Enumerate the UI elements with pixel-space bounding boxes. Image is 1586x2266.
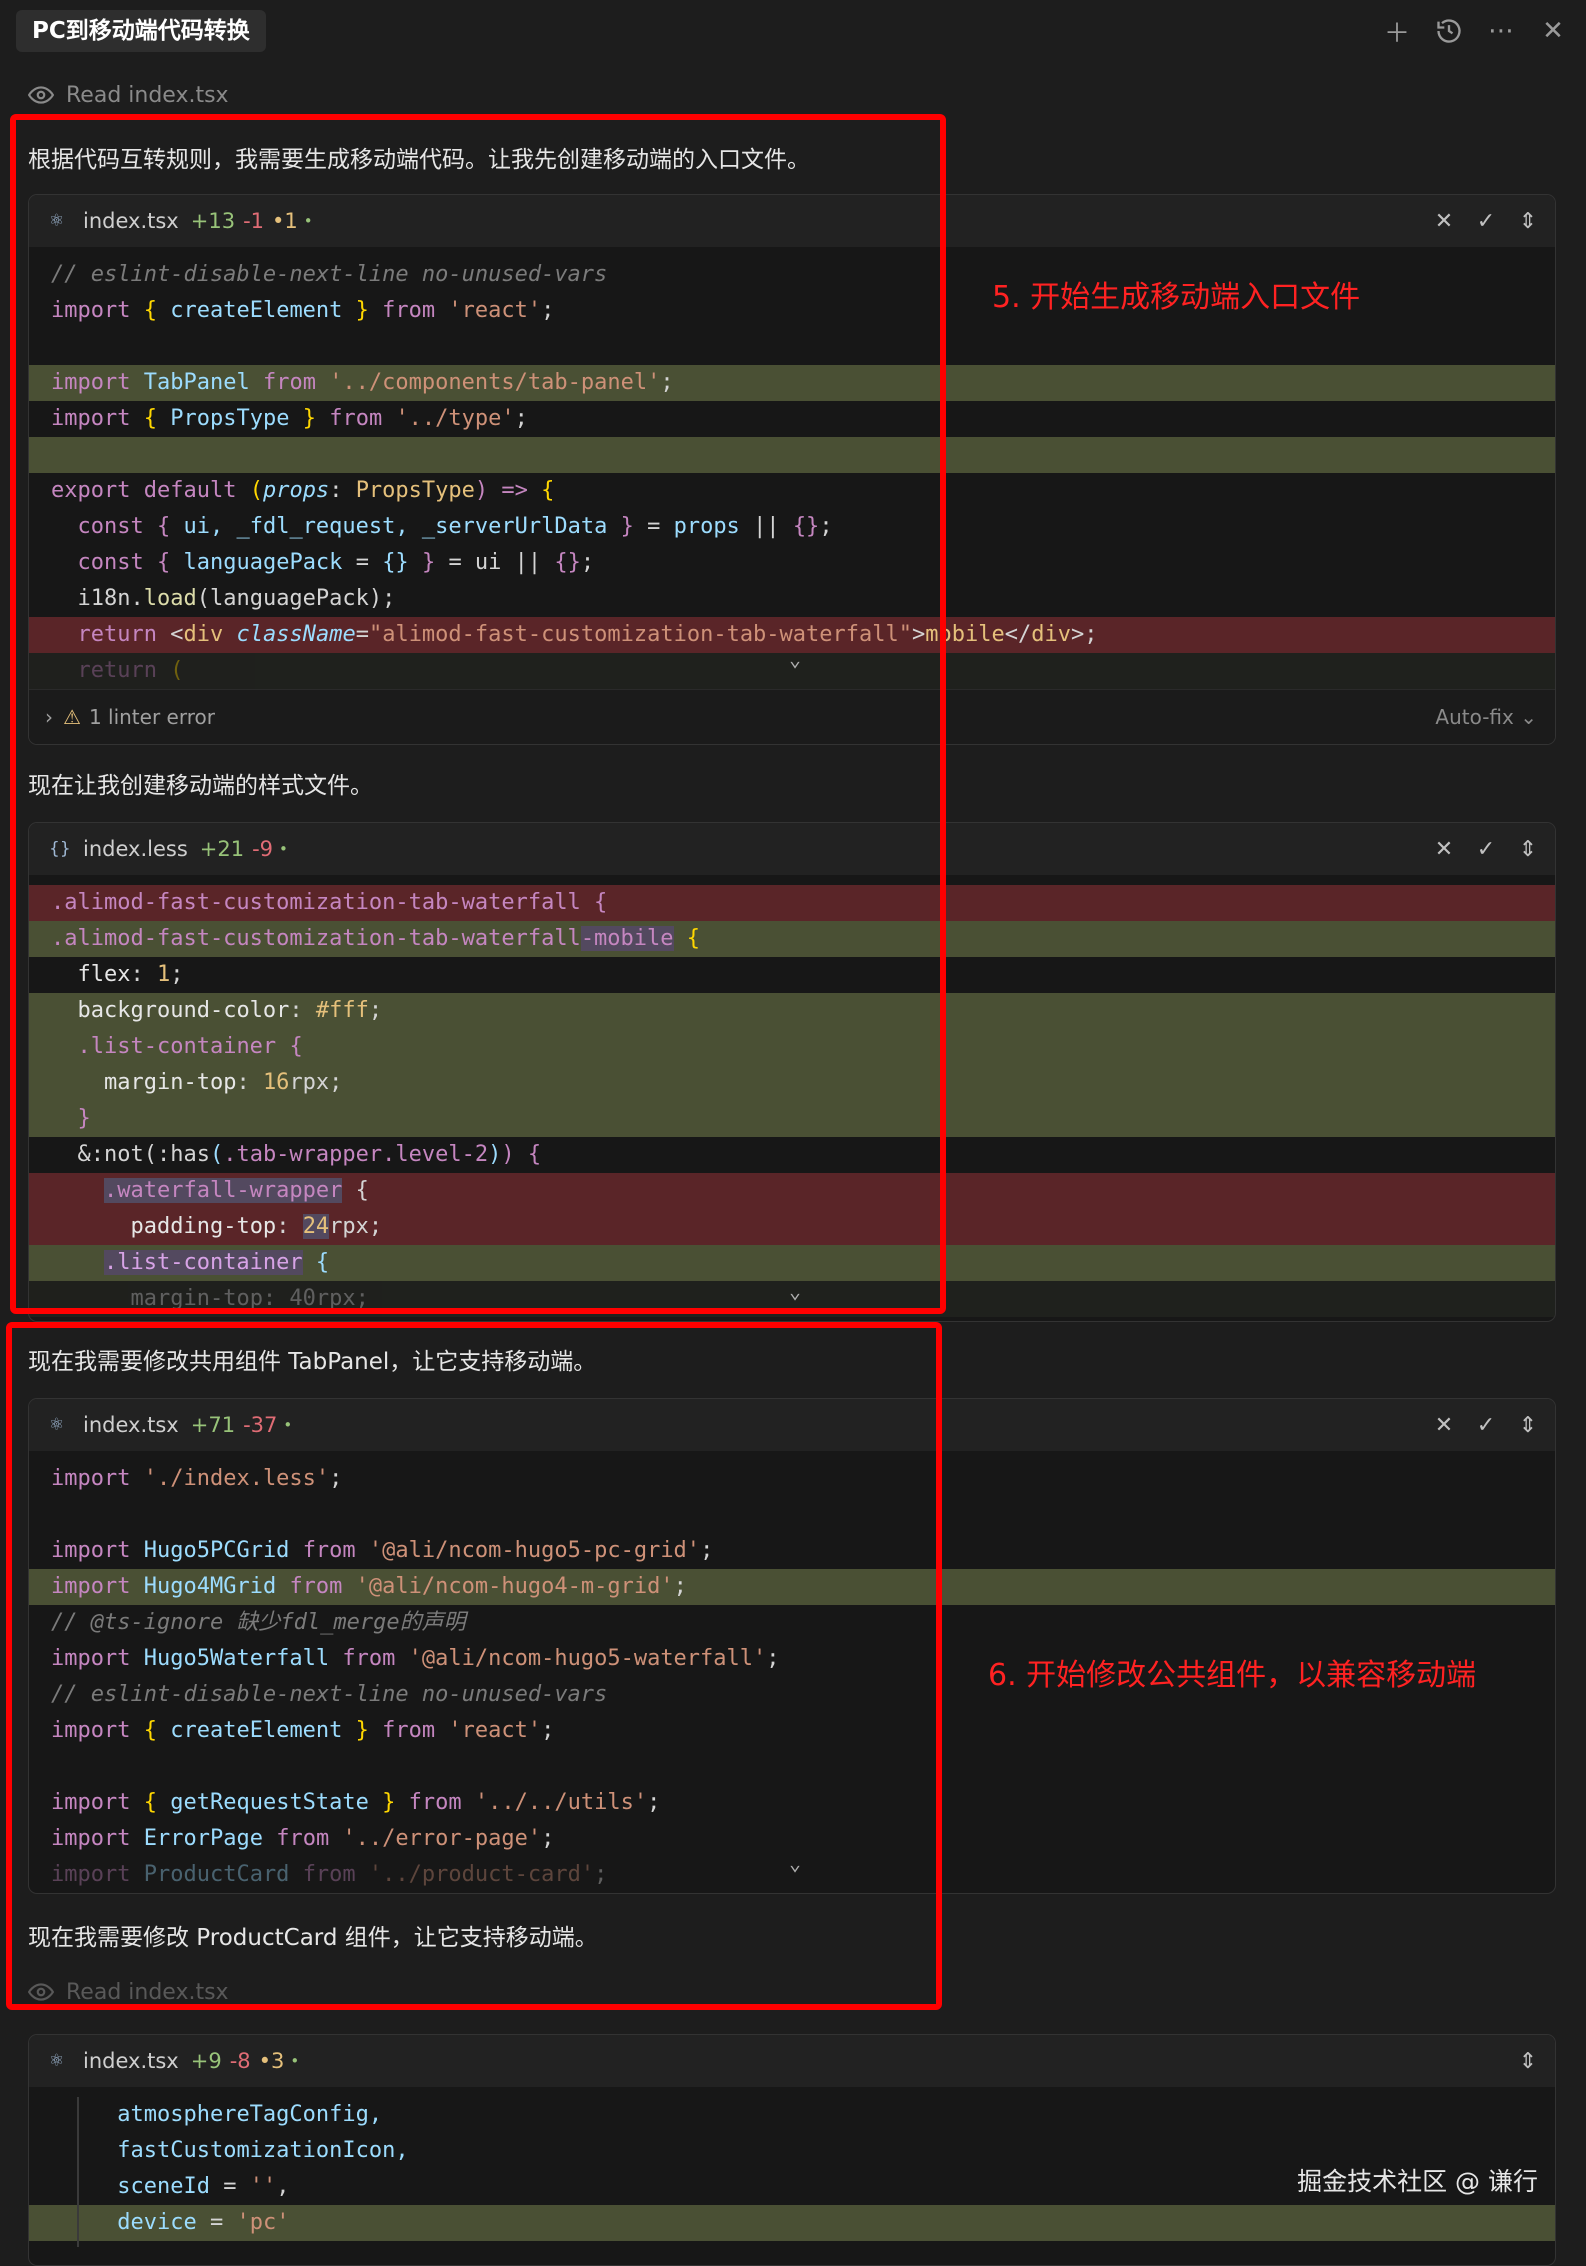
warning-count: •1 bbox=[272, 209, 298, 233]
linter-footer[interactable]: › ⚠ 1 linter error Auto-fix ⌄ bbox=[29, 689, 1555, 744]
reject-icon[interactable]: ✕ bbox=[1431, 1413, 1457, 1438]
annotation-step-6: 6. 开始修改公共组件，以兼容移动端 bbox=[988, 1658, 1477, 1693]
unsaved-dot: • bbox=[290, 2052, 300, 2070]
chevron-down-icon[interactable]: ⌄ bbox=[789, 647, 801, 671]
read-file-label: Read index.tsx bbox=[66, 1979, 229, 2005]
lines-added: +9 bbox=[190, 2049, 222, 2073]
diff-card-header[interactable]: ⚛ index.tsx +13 -1 •1 • ✕ ✓ ⇕ bbox=[29, 195, 1555, 247]
lines-removed: -37 bbox=[243, 1413, 278, 1437]
warning-count: •3 bbox=[258, 2049, 285, 2073]
code-diff-card-tabpanel: ⚛ index.tsx +71 -37 • ✕ ✓ ⇕ import './in… bbox=[28, 1398, 1556, 1894]
diff-card-header[interactable]: {} index.less +21 -9 • ✕ ✓ ⇕ bbox=[29, 823, 1555, 875]
lines-removed: -8 bbox=[229, 2049, 251, 2073]
code-diff-card-index-less: {} index.less +21 -9 • ✕ ✓ ⇕ .alimod-fas… bbox=[28, 822, 1556, 1322]
code-line-removed: .alimod-fast-customization-tab-waterfall… bbox=[29, 885, 1555, 921]
unsaved-dot: • bbox=[283, 1416, 293, 1434]
accept-icon[interactable]: ✓ bbox=[1473, 1413, 1499, 1438]
code-line: import { createElement } from 'react'; bbox=[51, 1718, 555, 1743]
lines-added: +21 bbox=[199, 837, 245, 861]
lines-added: +13 bbox=[190, 209, 236, 233]
diff-card-header[interactable]: ⚛ index.tsx +71 -37 • ✕ ✓ ⇕ bbox=[29, 1399, 1555, 1451]
assistant-message: 现在我需要修改共用组件 TabPanel，让它支持移动端。 bbox=[28, 1349, 597, 1375]
reject-icon[interactable]: ✕ bbox=[1431, 837, 1457, 862]
annotation-step-5: 5. 开始生成移动端入口文件 bbox=[992, 280, 1361, 315]
code-line-added: .alimod-fast-customization-tab-waterfall… bbox=[29, 921, 1555, 957]
react-file-icon: ⚛ bbox=[49, 2051, 65, 2071]
file-name: index.tsx bbox=[83, 1413, 179, 1437]
code-line-added: import TabPanel from '../components/tab-… bbox=[29, 365, 1555, 401]
code-line: const { ui, _fdl_request, _serverUrlData… bbox=[77, 514, 833, 539]
history-icon[interactable] bbox=[1434, 16, 1464, 46]
react-file-icon: ⚛ bbox=[49, 1415, 65, 1435]
read-file-row[interactable]: Read index.tsx bbox=[28, 78, 229, 112]
header-actions: ＋ ⋯ ✕ bbox=[1382, 10, 1568, 52]
file-name: index.tsx bbox=[83, 2049, 179, 2073]
expand-collapse-icon[interactable]: ⇕ bbox=[1515, 837, 1541, 862]
code-line-added: } bbox=[29, 1101, 1555, 1137]
braces-file-icon: {} bbox=[49, 839, 71, 859]
code-line: &:not(:has(.tab-wrapper.level-2)) { bbox=[77, 1142, 542, 1167]
accept-icon[interactable]: ✓ bbox=[1473, 209, 1499, 234]
code-line: flex: 1; bbox=[77, 962, 184, 987]
assistant-message: 现在让我创建移动端的样式文件。 bbox=[28, 773, 373, 799]
code-line: atmosphereTagConfig, bbox=[117, 2102, 383, 2127]
eye-icon bbox=[28, 1983, 54, 2001]
react-file-icon: ⚛ bbox=[49, 211, 65, 231]
file-name: index.less bbox=[83, 837, 188, 861]
code-line-removed: padding-top: 24rpx; bbox=[29, 1209, 1555, 1245]
read-file-row[interactable]: Read index.tsx bbox=[28, 1975, 229, 2009]
more-icon[interactable]: ⋯ bbox=[1486, 16, 1516, 46]
code-line-added: import Hugo4MGrid from '@ali/ncom-hugo4-… bbox=[29, 1569, 1555, 1605]
code-line: import './index.less'; bbox=[51, 1466, 343, 1491]
code-line: export default (props: PropsType) => { bbox=[51, 478, 555, 503]
warning-icon: ⚠ bbox=[63, 705, 81, 729]
accept-icon[interactable]: ✓ bbox=[1473, 837, 1499, 862]
watermark: 掘金技术社区 @ 谦行 bbox=[1297, 2167, 1538, 2196]
lines-removed: -1 bbox=[243, 209, 265, 233]
read-file-label: Read index.tsx bbox=[66, 82, 229, 108]
unsaved-dot: • bbox=[303, 212, 313, 230]
expand-collapse-icon[interactable]: ⇕ bbox=[1515, 1413, 1541, 1438]
code-line-added: .list-container { bbox=[29, 1029, 1555, 1065]
lines-added: +71 bbox=[190, 1413, 236, 1437]
code-diff-card-productcard: ⚛ index.tsx +9 -8 •3 • ⇕ atmosphereTagCo… bbox=[28, 2034, 1556, 2266]
diff-card-header[interactable]: ⚛ index.tsx +9 -8 •3 • ⇕ bbox=[29, 2035, 1555, 2087]
code-line-added bbox=[29, 437, 1555, 473]
code-line-added: margin-top: 16rpx; bbox=[29, 1065, 1555, 1101]
code-line: import { getRequestState } from '../../u… bbox=[51, 1790, 661, 1815]
assistant-message: 根据代码互转规则，我需要生成移动端代码。让我先创建移动端的入口文件。 bbox=[28, 147, 810, 173]
code-view[interactable]: .alimod-fast-customization-tab-waterfall… bbox=[29, 875, 1555, 1321]
chat-title: PC到移动端代码转换 bbox=[16, 10, 266, 52]
indent-guide bbox=[77, 2097, 79, 2247]
eye-icon bbox=[28, 86, 54, 104]
reject-icon[interactable]: ✕ bbox=[1431, 209, 1457, 234]
chevron-down-icon[interactable]: ⌄ bbox=[789, 1279, 801, 1303]
lines-removed: -9 bbox=[252, 837, 274, 861]
code-line-added: .list-container { bbox=[29, 1245, 1555, 1281]
code-line-removed: .waterfall-wrapper { bbox=[29, 1173, 1555, 1209]
assistant-message: 现在我需要修改 ProductCard 组件，让它支持移动端。 bbox=[28, 1925, 598, 1951]
code-line: import Hugo5PCGrid from '@ali/ncom-hugo5… bbox=[51, 1538, 714, 1563]
expand-collapse-icon[interactable]: ⇕ bbox=[1515, 209, 1541, 234]
code-line-added: background-color: #fff; bbox=[29, 993, 1555, 1029]
code-line: // @ts-ignore 缺少fdl_merge的声明 bbox=[51, 1610, 466, 1635]
code-line: i18n.load(languagePack); bbox=[77, 586, 396, 611]
chevron-down-icon[interactable]: ⌄ bbox=[789, 1851, 801, 1875]
plus-icon[interactable]: ＋ bbox=[1382, 16, 1412, 49]
code-line: const { languagePack = {} } = ui || {}; bbox=[77, 550, 595, 575]
file-name: index.tsx bbox=[83, 209, 179, 233]
linter-error-label: 1 linter error bbox=[88, 705, 215, 729]
chevron-right-icon: › bbox=[45, 705, 53, 729]
code-line: import { PropsType } from '../type'; bbox=[51, 406, 528, 431]
close-icon[interactable]: ✕ bbox=[1538, 16, 1568, 46]
unsaved-dot: • bbox=[279, 840, 288, 858]
auto-fix-button[interactable]: Auto-fix ⌄ bbox=[1435, 705, 1537, 729]
expand-collapse-icon[interactable]: ⇕ bbox=[1515, 2049, 1541, 2074]
